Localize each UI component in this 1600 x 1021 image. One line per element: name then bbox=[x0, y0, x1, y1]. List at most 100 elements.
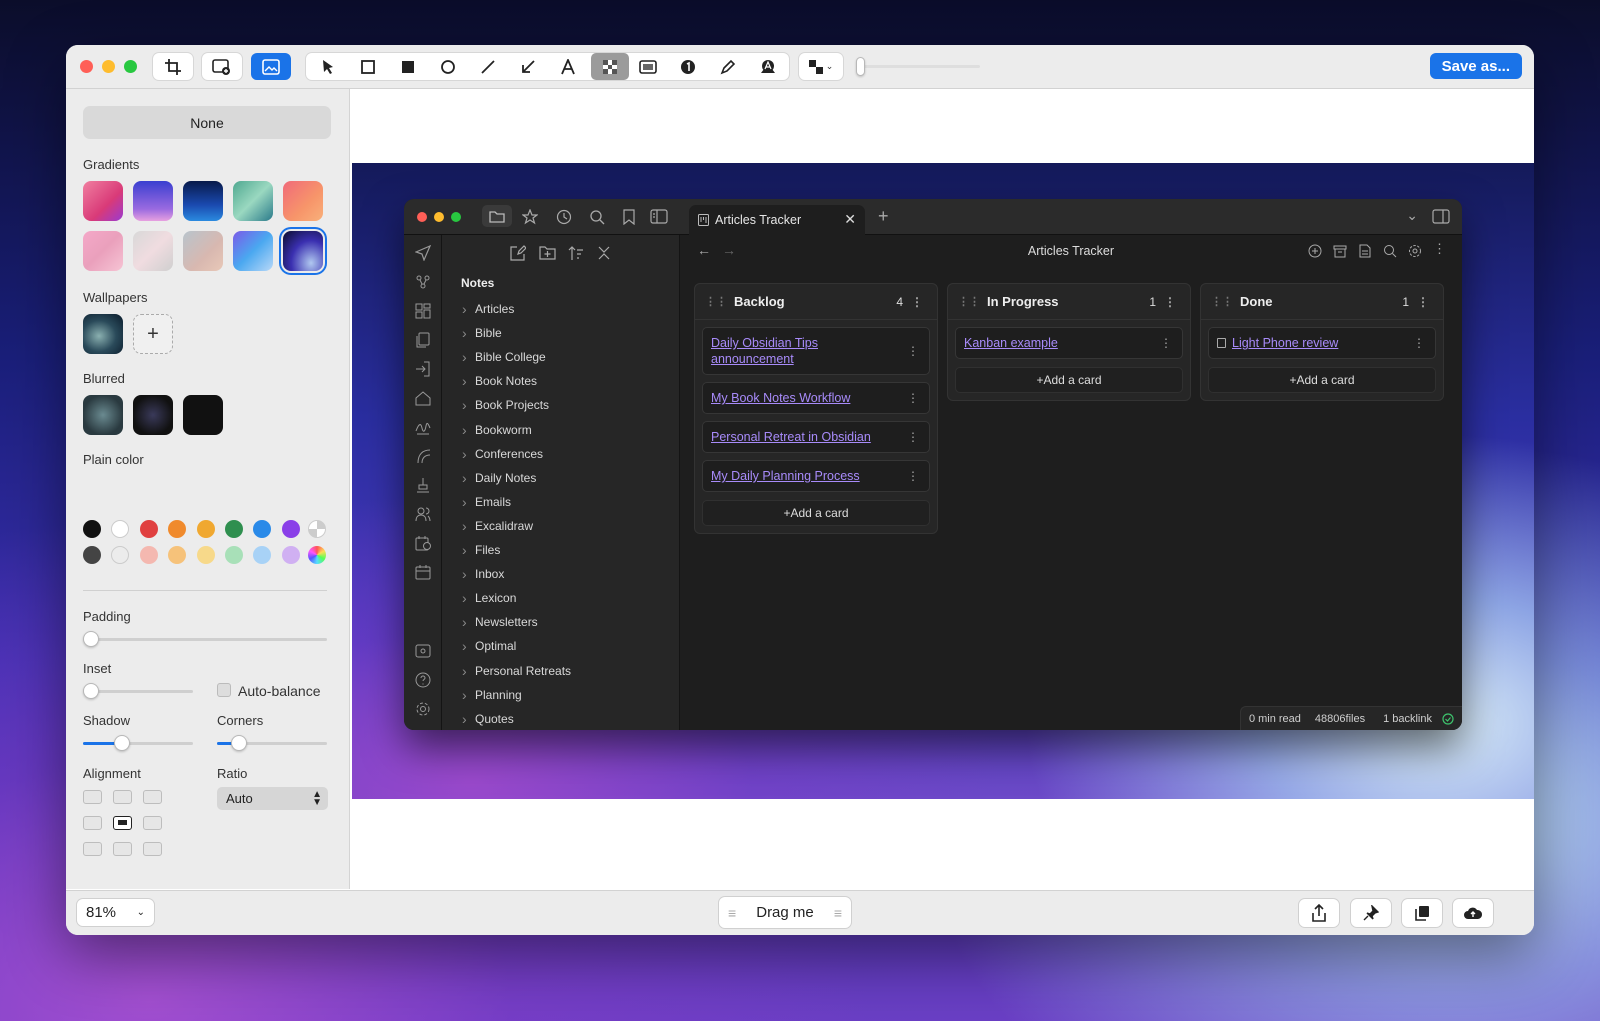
align-middle-right[interactable] bbox=[143, 816, 162, 830]
gradient-swatch-5[interactable] bbox=[283, 181, 323, 221]
plain-color-swatch[interactable] bbox=[253, 520, 272, 538]
folder-item[interactable]: › Optimal bbox=[462, 638, 516, 654]
arrow-tool[interactable] bbox=[513, 53, 543, 80]
lane-menu-icon[interactable]: ⋮ bbox=[1164, 295, 1176, 309]
save-as-button[interactable]: Save as... bbox=[1429, 53, 1522, 79]
plain-color-swatch[interactable] bbox=[168, 546, 187, 564]
pencil-tool[interactable] bbox=[713, 53, 743, 80]
folder-item[interactable]: › Newsletters bbox=[462, 614, 538, 630]
auto-balance-checkbox[interactable] bbox=[217, 683, 231, 697]
plain-color-swatch[interactable] bbox=[225, 546, 243, 564]
filled-rectangle-tool[interactable] bbox=[393, 53, 423, 80]
custom-color-swatch[interactable] bbox=[308, 546, 326, 564]
wallpaper-swatch-1[interactable] bbox=[83, 314, 123, 354]
inset-slider[interactable] bbox=[83, 690, 193, 693]
pixelate-tool[interactable] bbox=[591, 53, 629, 80]
folder-item[interactable]: › Excalidraw bbox=[462, 518, 533, 534]
kanban-card[interactable]: Light Phone review ⋮ bbox=[1208, 327, 1436, 359]
plain-color-swatch[interactable] bbox=[281, 546, 300, 564]
add-card-button[interactable]: +Add a card bbox=[955, 367, 1183, 393]
add-wallpaper-button[interactable]: + bbox=[133, 314, 173, 354]
stroke-width-knob[interactable] bbox=[856, 57, 865, 76]
kanban-card[interactable]: Personal Retreat in Obsidian ⋮ bbox=[702, 421, 930, 453]
lane-header[interactable]: ⋮⋮ Done 1 ⋮ bbox=[1201, 284, 1443, 320]
card-menu-icon[interactable]: ⋮ bbox=[1160, 335, 1172, 351]
align-bottom-center[interactable] bbox=[113, 842, 132, 856]
card-menu-icon[interactable]: ⋮ bbox=[907, 429, 919, 445]
plain-color-swatch[interactable] bbox=[253, 546, 272, 564]
plain-color-swatch[interactable] bbox=[83, 546, 101, 564]
align-top-right[interactable] bbox=[143, 790, 162, 804]
card-menu-icon[interactable]: ⋮ bbox=[907, 390, 919, 406]
lane-header[interactable]: ⋮⋮ In Progress 1 ⋮ bbox=[948, 284, 1190, 320]
gradient-swatch-9[interactable] bbox=[233, 231, 273, 271]
ellipse-tool[interactable] bbox=[433, 53, 463, 80]
folder-item[interactable]: › Quotes bbox=[462, 711, 514, 727]
plain-color-swatch[interactable] bbox=[225, 520, 243, 538]
folder-item[interactable]: › Book Notes bbox=[462, 373, 537, 389]
minimize-window-button[interactable] bbox=[102, 60, 115, 73]
card-link[interactable]: My Daily Planning Process bbox=[711, 469, 860, 483]
ratio-select[interactable]: Auto ▲ ▼ bbox=[217, 787, 328, 810]
gradient-swatch-3[interactable] bbox=[183, 181, 223, 221]
align-center-selected[interactable] bbox=[113, 816, 132, 830]
kanban-card[interactable]: Daily Obsidian Tips announcement ⋮ bbox=[702, 327, 930, 375]
folder-item[interactable]: › Bible College bbox=[462, 349, 546, 365]
gradient-swatch-2[interactable] bbox=[133, 181, 173, 221]
rectangle-tool[interactable] bbox=[353, 53, 383, 80]
lane-menu-icon[interactable]: ⋮ bbox=[1417, 295, 1429, 309]
folder-item[interactable]: › Daily Notes bbox=[462, 470, 536, 486]
zoom-window-button[interactable] bbox=[124, 60, 137, 73]
share-button[interactable] bbox=[1299, 899, 1339, 927]
pin-button[interactable] bbox=[1351, 899, 1391, 927]
text-highlight-tool[interactable] bbox=[753, 53, 783, 80]
transparent-color-swatch[interactable] bbox=[308, 520, 326, 538]
padding-slider[interactable] bbox=[83, 638, 327, 641]
gradient-swatch-6[interactable] bbox=[83, 231, 123, 271]
folder-item[interactable]: › Emails bbox=[462, 494, 511, 510]
copy-button[interactable] bbox=[1402, 899, 1442, 927]
inset-slider-knob[interactable] bbox=[83, 683, 99, 699]
card-link[interactable]: Daily Obsidian Tips announcement bbox=[711, 336, 818, 366]
drag-handle[interactable]: ≡ Drag me ≡ bbox=[719, 897, 851, 928]
plain-color-swatch[interactable] bbox=[196, 546, 215, 564]
blurred-swatch-3[interactable] bbox=[183, 395, 223, 435]
folder-item[interactable]: › Inbox bbox=[462, 566, 504, 582]
upload-cloud-button[interactable] bbox=[1453, 899, 1493, 927]
align-top-left[interactable] bbox=[83, 790, 102, 804]
add-card-button[interactable]: +Add a card bbox=[1208, 367, 1436, 393]
kanban-card[interactable]: My Daily Planning Process ⋮ bbox=[702, 460, 930, 492]
none-background-button[interactable]: None bbox=[83, 106, 331, 139]
lane-menu-icon[interactable]: ⋮ bbox=[911, 295, 923, 309]
card-menu-icon[interactable]: ⋮ bbox=[907, 343, 919, 359]
card-menu-icon[interactable]: ⋮ bbox=[1413, 335, 1425, 351]
counter-tool[interactable] bbox=[673, 53, 703, 80]
folder-item[interactable]: › Bookworm bbox=[462, 422, 532, 438]
blurred-swatch-1[interactable] bbox=[83, 395, 123, 435]
shadow-slider-knob[interactable] bbox=[113, 735, 130, 751]
plain-color-swatch[interactable] bbox=[111, 546, 130, 564]
color-picker[interactable]: ⌄ bbox=[799, 53, 843, 80]
highlight-tool[interactable] bbox=[633, 53, 663, 80]
add-card-button[interactable]: +Add a card bbox=[702, 500, 930, 526]
card-menu-icon[interactable]: ⋮ bbox=[907, 468, 919, 484]
background-button[interactable] bbox=[251, 53, 291, 80]
gradient-swatch-8[interactable] bbox=[183, 231, 223, 271]
plain-color-swatch[interactable] bbox=[139, 546, 158, 564]
folder-item[interactable]: › Book Projects bbox=[462, 397, 549, 413]
kanban-card[interactable]: My Book Notes Workflow ⋮ bbox=[702, 382, 930, 414]
folder-item[interactable]: › Conferences bbox=[462, 446, 543, 462]
close-window-button[interactable] bbox=[80, 60, 93, 73]
zoom-select[interactable]: 81% ⌄ bbox=[77, 899, 154, 926]
align-bottom-left[interactable] bbox=[83, 842, 102, 856]
plain-color-swatch[interactable] bbox=[83, 520, 101, 538]
align-bottom-right[interactable] bbox=[143, 842, 162, 856]
gradient-swatch-4[interactable] bbox=[233, 181, 273, 221]
corners-slider-knob[interactable] bbox=[231, 735, 247, 751]
plain-color-swatch[interactable] bbox=[281, 520, 300, 538]
folder-item[interactable]: › Files bbox=[462, 542, 500, 558]
gradient-swatch-1[interactable] bbox=[83, 181, 123, 221]
folder-item[interactable]: › Lexicon bbox=[462, 590, 516, 606]
card-link[interactable]: Personal Retreat in Obsidian bbox=[711, 430, 871, 444]
plain-color-swatch[interactable] bbox=[196, 520, 215, 538]
